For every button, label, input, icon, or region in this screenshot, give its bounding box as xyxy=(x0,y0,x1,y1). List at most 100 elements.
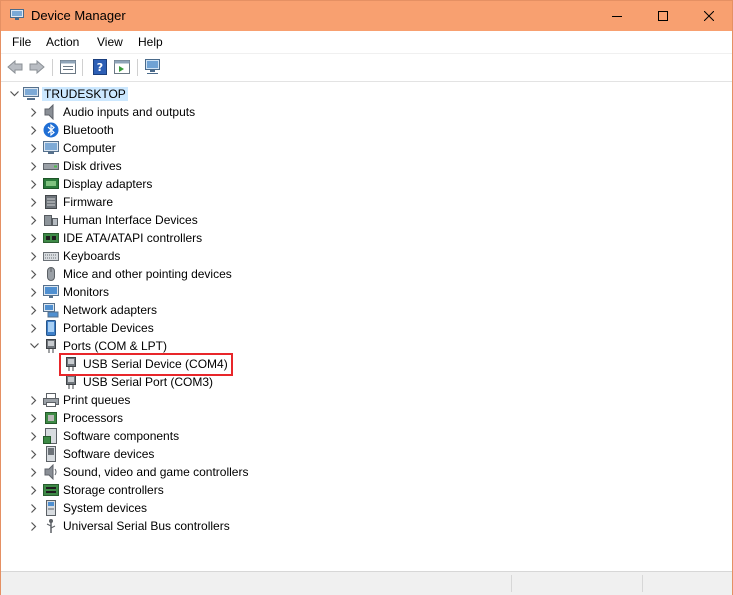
collapse-chevron-icon[interactable] xyxy=(7,85,21,103)
expand-chevron-icon[interactable] xyxy=(27,265,41,283)
minimize-button[interactable] xyxy=(594,1,640,31)
category-label: Display adapters xyxy=(63,177,153,191)
category-label: Human Interface Devices xyxy=(63,213,198,227)
expand-chevron-icon[interactable] xyxy=(27,517,41,535)
category-label: Software components xyxy=(63,429,180,443)
status-pane xyxy=(642,575,643,592)
category-portable-devices[interactable]: Portable Devices xyxy=(27,319,154,337)
category-disk-drives[interactable]: Disk drives xyxy=(27,157,122,175)
expand-chevron-icon[interactable] xyxy=(27,301,41,319)
computer-icon xyxy=(23,86,39,102)
category-network-adapters[interactable]: Network adapters xyxy=(27,301,157,319)
firmware-icon xyxy=(43,194,59,210)
expand-chevron-icon[interactable] xyxy=(27,229,41,247)
category-display-adapters[interactable]: Display adapters xyxy=(27,175,152,193)
category-ide-ata-atapi-controllers[interactable]: IDE ATA/ATAPI controllers xyxy=(27,229,202,247)
expand-chevron-icon[interactable] xyxy=(27,481,41,499)
category-label: Print queues xyxy=(63,393,131,407)
expand-chevron-icon[interactable] xyxy=(27,319,41,337)
window-title: Device Manager xyxy=(31,8,126,23)
close-icon xyxy=(704,11,714,21)
category-processors[interactable]: Processors xyxy=(27,409,123,427)
expand-chevron-icon[interactable] xyxy=(27,103,41,121)
category-print-queues[interactable]: Print queues xyxy=(27,391,130,409)
category-universal-serial-bus-controllers[interactable]: Universal Serial Bus controllers xyxy=(27,517,230,535)
tree-root[interactable]: TRUDESKTOP xyxy=(7,85,128,103)
expand-chevron-icon[interactable] xyxy=(27,463,41,481)
device-tree: TRUDESKTOP Audio inputs and outputs Bluet… xyxy=(1,82,732,570)
toolbar-separator xyxy=(52,59,53,76)
close-button[interactable] xyxy=(686,1,732,31)
toolbar: ? xyxy=(1,54,732,82)
category-label: Network adapters xyxy=(63,303,158,317)
category-storage-controllers[interactable]: Storage controllers xyxy=(27,481,164,499)
expand-chevron-icon[interactable] xyxy=(27,193,41,211)
usb-controller-icon xyxy=(43,518,59,534)
highlight-box xyxy=(59,353,233,376)
category-label: Mice and other pointing devices xyxy=(63,267,232,281)
device-label: USB Serial Port (COM3) xyxy=(83,375,214,389)
device-manager-icon xyxy=(10,9,24,21)
monitor-icon xyxy=(43,284,59,300)
expand-chevron-icon[interactable] xyxy=(27,157,41,175)
keyboard-icon xyxy=(43,248,59,264)
expand-chevron-icon[interactable] xyxy=(27,121,41,139)
expand-chevron-icon[interactable] xyxy=(27,283,41,301)
forward-button[interactable] xyxy=(28,58,46,76)
computer-icon xyxy=(43,140,59,156)
category-sound-video-and-game-controllers[interactable]: Sound, video and game controllers xyxy=(27,463,248,481)
maximize-icon xyxy=(658,11,668,21)
title-bar[interactable]: Device Manager xyxy=(1,1,732,31)
category-label: Keyboards xyxy=(63,249,121,263)
category-computer[interactable]: Computer xyxy=(27,139,116,157)
category-mice-and-other-pointing-devices[interactable]: Mice and other pointing devices xyxy=(27,265,232,283)
category-label: Audio inputs and outputs xyxy=(63,105,196,119)
software-component-icon xyxy=(43,428,59,444)
sound-controller-icon xyxy=(43,464,59,480)
category-label: Firmware xyxy=(63,195,113,209)
back-button[interactable] xyxy=(6,58,24,76)
expand-chevron-icon[interactable] xyxy=(27,409,41,427)
menu-action[interactable]: Action xyxy=(46,35,79,49)
help-book-icon: ? xyxy=(93,59,107,75)
scan-hardware-icon xyxy=(145,59,160,74)
scan-hardware-button[interactable] xyxy=(145,58,163,76)
menu-view[interactable]: View xyxy=(97,35,123,49)
collapse-chevron-icon[interactable] xyxy=(27,337,41,355)
menu-bar: File Action View Help xyxy=(1,31,732,54)
maximize-button[interactable] xyxy=(640,1,686,31)
toolbar-separator xyxy=(82,59,83,76)
svg-text:?: ? xyxy=(97,61,103,74)
status-bar xyxy=(1,571,732,595)
menu-file[interactable]: File xyxy=(12,35,31,49)
category-label: Software devices xyxy=(63,447,155,461)
category-human-interface-devices[interactable]: Human Interface Devices xyxy=(27,211,198,229)
category-monitors[interactable]: Monitors xyxy=(27,283,109,301)
category-label: Sound, video and game controllers xyxy=(63,465,249,479)
port-icon xyxy=(43,338,59,354)
expand-chevron-icon[interactable] xyxy=(27,391,41,409)
category-software-devices[interactable]: Software devices xyxy=(27,445,154,463)
properties-view-button[interactable] xyxy=(59,58,77,76)
category-system-devices[interactable]: System devices xyxy=(27,499,147,517)
category-bluetooth[interactable]: Bluetooth xyxy=(27,121,114,139)
category-audio-inputs-and-outputs[interactable]: Audio inputs and outputs xyxy=(27,103,195,121)
expand-chevron-icon[interactable] xyxy=(27,211,41,229)
category-firmware[interactable]: Firmware xyxy=(27,193,113,211)
help-button[interactable]: ? xyxy=(91,58,109,76)
action-pane-icon xyxy=(114,60,130,74)
expand-chevron-icon[interactable] xyxy=(27,139,41,157)
hid-icon xyxy=(43,212,59,228)
expand-chevron-icon[interactable] xyxy=(27,427,41,445)
menu-help[interactable]: Help xyxy=(138,35,163,49)
category-label: Universal Serial Bus controllers xyxy=(63,519,230,533)
category-keyboards[interactable]: Keyboards xyxy=(27,247,120,265)
expand-chevron-icon[interactable] xyxy=(27,499,41,517)
action-pane-button[interactable] xyxy=(113,58,131,76)
disk-drive-icon xyxy=(43,158,59,174)
expand-chevron-icon[interactable] xyxy=(27,445,41,463)
expand-chevron-icon[interactable] xyxy=(27,175,41,193)
minimize-icon xyxy=(612,16,622,17)
category-software-components[interactable]: Software components xyxy=(27,427,179,445)
expand-chevron-icon[interactable] xyxy=(27,247,41,265)
